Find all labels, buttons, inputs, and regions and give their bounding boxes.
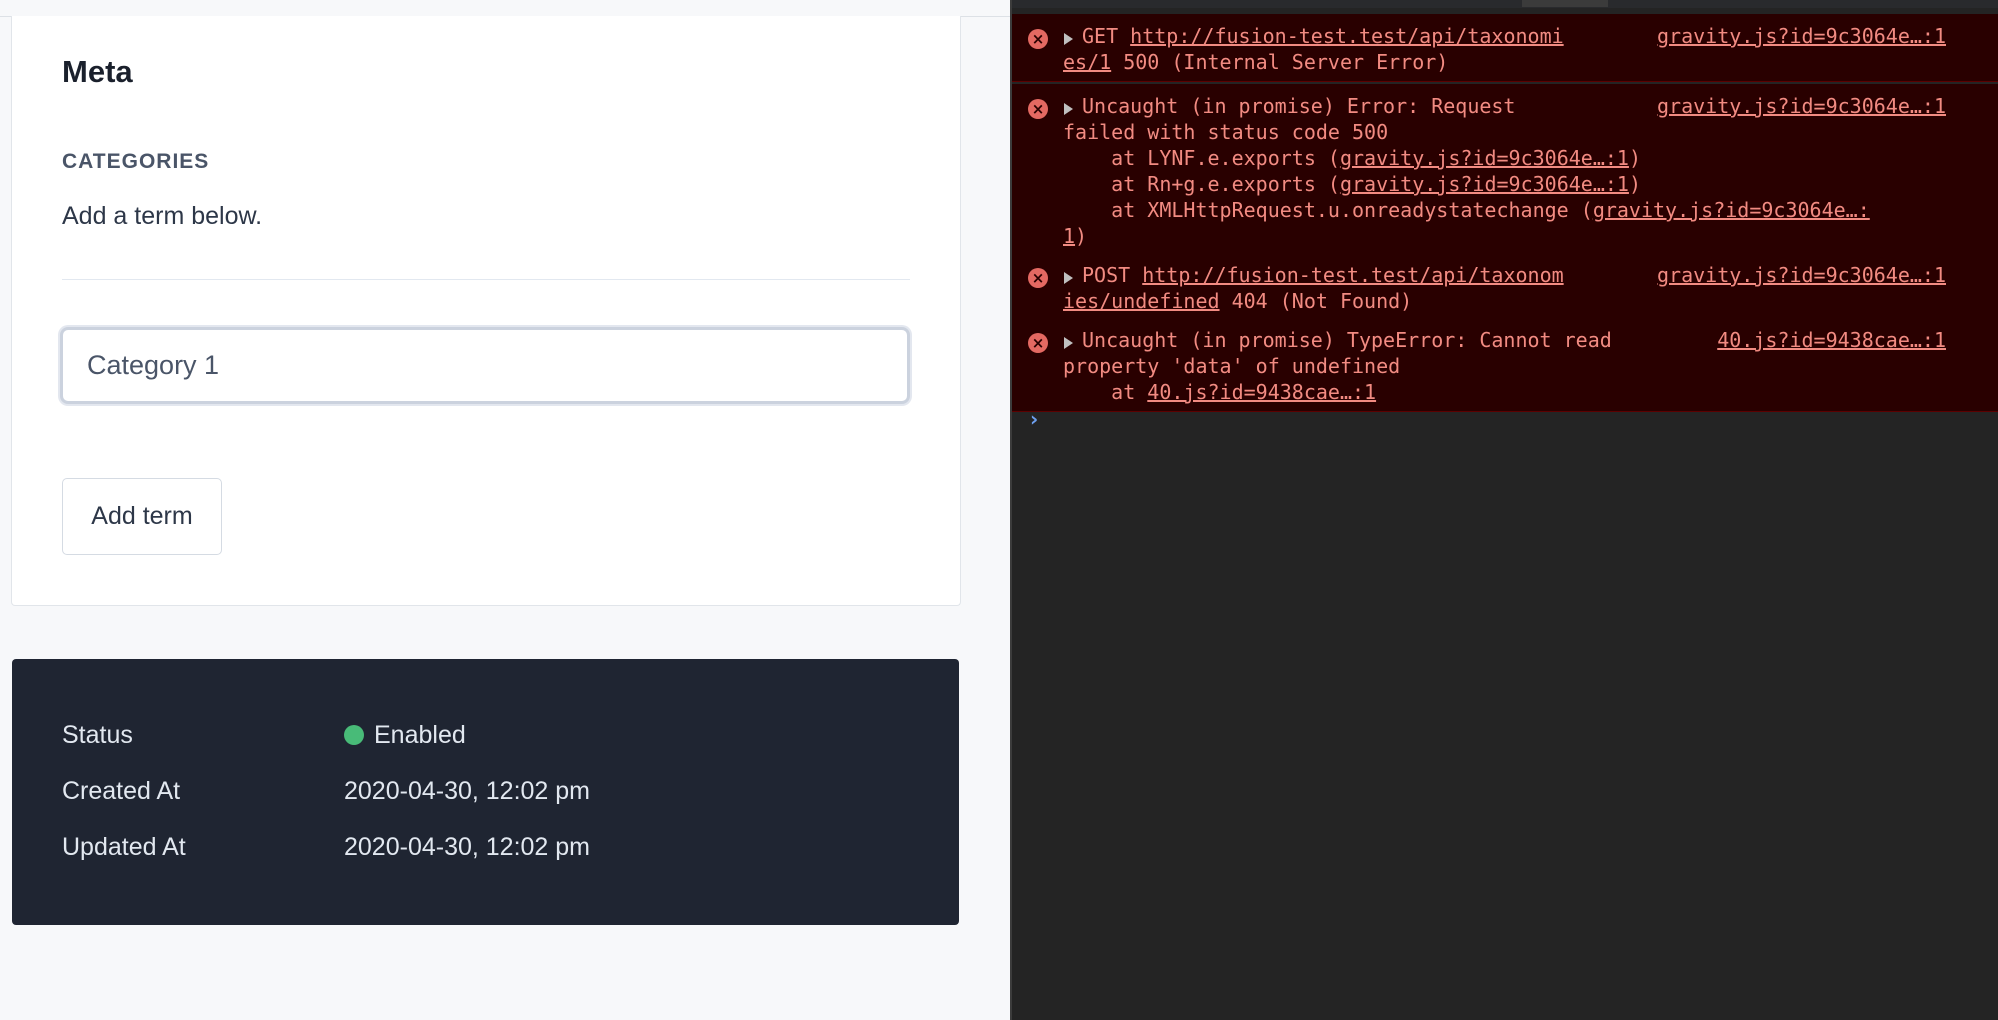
app-panel: Meta CATEGORIES Add a term below. Add te…: [0, 0, 1011, 1020]
console-line: GET http://fusion-test.test/api/taxonomi: [1082, 24, 1564, 48]
console-prompt-icon[interactable]: ›: [1030, 407, 1038, 431]
console-line: es/1 500 (Internal Server Error): [1063, 50, 1448, 74]
console-link[interactable]: http://fusion-test.test/api/taxonomi: [1130, 24, 1563, 48]
console-error-message[interactable]: × Uncaught (in promise) TypeError: Cannot…: [1012, 318, 1998, 412]
expand-triangle-icon[interactable]: [1064, 33, 1073, 45]
console-text: Uncaught (in promise) Error: Request: [1082, 94, 1516, 118]
meta-card: Meta CATEGORIES Add a term below. Add te…: [11, 16, 961, 606]
console-line: failed with status code 500: [1063, 120, 1388, 144]
console-text: at XMLHttpRequest.u.onreadystatechange (: [1063, 198, 1593, 222]
status-value: Enabled: [374, 721, 466, 749]
expand-triangle-icon[interactable]: [1064, 103, 1073, 115]
status-dot-icon: [344, 725, 364, 745]
error-icon: ×: [1028, 99, 1048, 119]
created-at-value: 2020-04-30, 12:02 pm: [344, 777, 591, 805]
error-icon: ×: [1028, 29, 1048, 49]
categories-help-text: Add a term below.: [62, 202, 263, 230]
console-link[interactable]: 40.js?id=9438cae…:1: [1147, 380, 1376, 404]
console-text: ): [1628, 172, 1641, 196]
console-link[interactable]: gravity.js?id=9c3064e…:1: [1340, 172, 1629, 196]
devtools-active-tab[interactable]: [1522, 0, 1608, 7]
console-error-message[interactable]: × GET http://fusion-test.test/api/taxonom…: [1012, 14, 1998, 82]
console-link[interactable]: gravity.js?id=9c3064e…:: [1593, 198, 1870, 222]
status-panel: Status Enabled Created At 2020-04-30, 12…: [12, 659, 959, 925]
console-source-link[interactable]: gravity.js?id=9c3064e…:1: [1657, 24, 1946, 48]
divider: [62, 279, 910, 280]
error-icon: ×: [1028, 268, 1048, 288]
console-text: at Rn+g.e.exports (: [1063, 172, 1340, 196]
devtools-toolbar: [1012, 0, 1998, 8]
console-text: ): [1628, 146, 1641, 170]
meta-title: Meta: [62, 54, 133, 89]
console-source-link[interactable]: gravity.js?id=9c3064e…:1: [1657, 94, 1946, 118]
console-text: at LYNF.e.exports (: [1063, 146, 1340, 170]
console-line: ies/undefined 404 (Not Found): [1063, 289, 1412, 313]
console-line: 1): [1063, 224, 1087, 248]
top-border: [0, 0, 1011, 17]
console-line: property 'data' of undefined: [1063, 354, 1400, 378]
console-text: property 'data' of undefined: [1063, 354, 1401, 378]
console-error-message[interactable]: × POST http://fusion-test.test/api/taxono…: [1012, 253, 1998, 321]
console-source-link[interactable]: gravity.js?id=9c3064e…:1: [1657, 263, 1946, 287]
console-line: at XMLHttpRequest.u.onreadystatechange (…: [1063, 198, 1870, 222]
add-term-button[interactable]: Add term: [62, 478, 222, 555]
expand-triangle-icon[interactable]: [1064, 272, 1073, 284]
updated-at-value: 2020-04-30, 12:02 pm: [344, 833, 591, 861]
console-link[interactable]: http://fusion-test.test/api/taxonom: [1142, 263, 1563, 287]
console-link[interactable]: es/1: [1063, 50, 1111, 74]
expand-triangle-icon[interactable]: [1064, 337, 1073, 349]
devtools-console: × GET http://fusion-test.test/api/taxonom…: [1010, 0, 1998, 1020]
console-text: GET: [1082, 24, 1131, 48]
console-line: Uncaught (in promise) TypeError: Cannot …: [1082, 328, 1612, 352]
console-line: at Rn+g.e.exports (gravity.js?id=9c3064e…: [1063, 172, 1641, 196]
status-value-wrap: Enabled: [344, 721, 466, 750]
console-line: Uncaught (in promise) Error: Request: [1082, 94, 1515, 118]
term-input[interactable]: [60, 327, 910, 404]
console-text: 500 (Internal Server Error): [1111, 50, 1449, 74]
console-line: POST http://fusion-test.test/api/taxonom: [1082, 263, 1564, 287]
console-line: at LYNF.e.exports (gravity.js?id=9c3064e…: [1063, 146, 1641, 170]
console-text: Uncaught (in promise) TypeError: Cannot …: [1082, 328, 1612, 352]
console-text: POST: [1082, 263, 1143, 287]
categories-label: CATEGORIES: [62, 150, 210, 173]
console-text: failed with status code 500: [1063, 120, 1389, 144]
error-icon: ×: [1028, 333, 1048, 353]
updated-at-label: Updated At: [62, 833, 186, 861]
console-error-message[interactable]: × Uncaught (in promise) Error: Request fai…: [1012, 84, 1998, 256]
console-text: ): [1075, 224, 1088, 248]
console-text: at: [1063, 380, 1148, 404]
console-text: 404 (Not Found): [1219, 289, 1413, 313]
console-link[interactable]: ies/undefined: [1063, 289, 1220, 313]
status-label: Status: [62, 721, 133, 749]
created-at-label: Created At: [62, 777, 181, 805]
console-source-link[interactable]: 40.js?id=9438cae…:1: [1717, 328, 1946, 352]
console-link[interactable]: 1: [1063, 224, 1075, 248]
console-link[interactable]: gravity.js?id=9c3064e…:1: [1340, 146, 1629, 170]
console-line: at 40.js?id=9438cae…:1: [1063, 380, 1376, 404]
